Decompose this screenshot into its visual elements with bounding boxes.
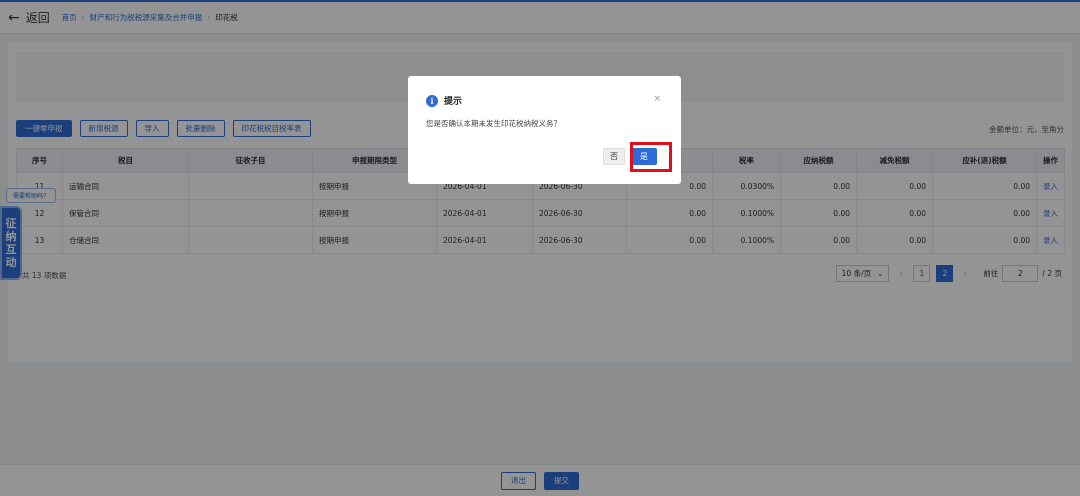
no-button[interactable]: 否 xyxy=(603,148,625,165)
dialog-header: i 提示 xyxy=(426,94,462,107)
dialog-title: 提示 xyxy=(444,97,463,107)
annotation-highlight-box xyxy=(630,142,672,172)
close-icon[interactable]: × xyxy=(653,94,661,104)
modal-overlay xyxy=(0,0,1080,496)
info-icon: i xyxy=(426,94,438,107)
dialog-message: 您是否确认本期未发生印花税纳税义务？ xyxy=(426,119,561,128)
